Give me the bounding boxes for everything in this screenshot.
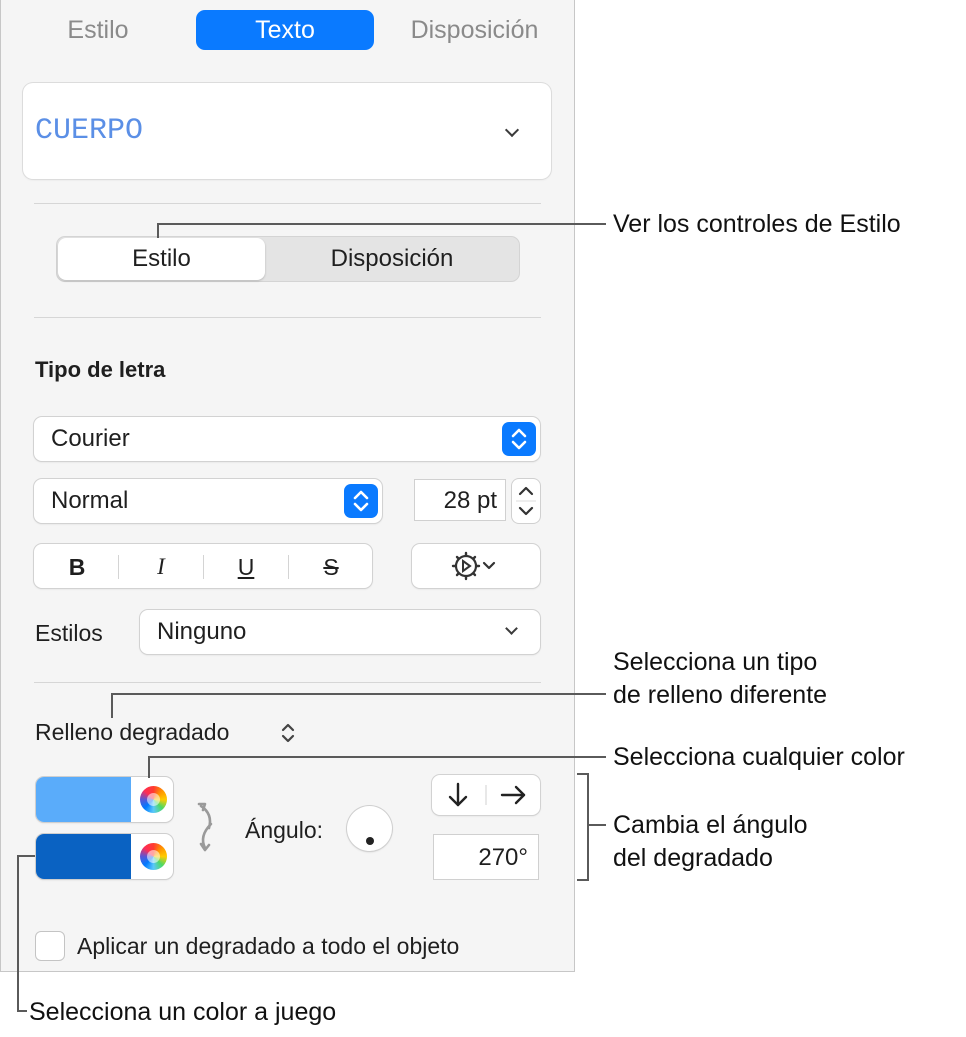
apply-gradient-checkbox[interactable]: [35, 931, 65, 961]
color-well-top[interactable]: [36, 777, 131, 822]
font-section-title: Tipo de letra: [35, 357, 166, 382]
arrow-right-icon[interactable]: [486, 775, 540, 815]
callout-line: [111, 693, 606, 695]
angle-field[interactable]: 270°: [433, 834, 539, 880]
font-size-field[interactable]: 28 pt: [414, 479, 506, 521]
paragraph-style-selector[interactable]: CUERPO: [23, 83, 551, 179]
bracket-line: [587, 824, 606, 826]
underline-button[interactable]: U: [203, 544, 289, 590]
up-down-arrows-icon: [281, 723, 295, 743]
angle-value: 270°: [478, 844, 528, 871]
callout-style-controls: Ver los controles de Estilo: [613, 210, 901, 238]
gradient-color-top[interactable]: [36, 777, 173, 822]
up-down-arrows-icon: [344, 484, 378, 518]
callout-fill-type-1: Selecciona un tipo: [613, 648, 818, 676]
callout-angle-2: del degradado: [613, 844, 773, 872]
character-style-value: Ninguno: [157, 618, 247, 645]
callout-line: [157, 223, 159, 238]
angle-label: Ángulo:: [245, 817, 324, 843]
gradient-direction-buttons: [432, 775, 540, 815]
tab-estilo[interactable]: Estilo: [23, 10, 173, 50]
fill-type-popup[interactable]: Relleno degradado: [35, 719, 295, 749]
callout-line: [157, 223, 606, 225]
callout-line: [17, 855, 35, 857]
callout-line: [148, 756, 150, 778]
callout-matching-color: Selecciona un color a juego: [29, 998, 337, 1026]
bracket-line: [577, 879, 589, 881]
advanced-options-button[interactable]: [412, 544, 540, 588]
character-styles-popup[interactable]: Ninguno: [140, 610, 540, 654]
typeface-popup[interactable]: Normal: [34, 479, 382, 523]
font-family-popup[interactable]: Courier: [34, 417, 540, 461]
callout-angle-1: Cambia el ángulo: [613, 811, 808, 839]
callout-line: [111, 693, 113, 718]
chevron-down-icon: [504, 122, 520, 138]
italic-button[interactable]: I: [118, 544, 204, 590]
segment-estilo[interactable]: Estilo: [58, 238, 265, 280]
fill-type-label: Relleno degradado: [35, 719, 230, 745]
text-format-group: B I U S: [34, 544, 372, 588]
format-sidebar: Estilo Texto Disposición CUERPO Estilo D…: [0, 0, 575, 972]
divider: [34, 203, 541, 204]
divider: [34, 682, 541, 683]
callout-line: [148, 756, 606, 758]
styles-label: Estilos: [35, 620, 103, 646]
tab-texto[interactable]: Texto: [196, 10, 374, 50]
color-well-bottom[interactable]: [36, 834, 131, 879]
swap-colors-icon[interactable]: [195, 800, 219, 852]
strikethrough-button[interactable]: S: [288, 544, 374, 590]
stepper-arrows-icon: [516, 486, 536, 516]
font-family-value: Courier: [51, 425, 130, 452]
font-size-stepper[interactable]: [512, 479, 540, 523]
apply-gradient-label: Aplicar un degradado a todo el objeto: [77, 933, 460, 959]
segment-disposicion[interactable]: Disposición: [267, 238, 517, 280]
gear-icon: [451, 551, 496, 581]
divider: [34, 317, 541, 318]
up-down-arrows-icon: [502, 422, 536, 456]
font-size-value: 28 pt: [443, 487, 497, 514]
tab-disposicion[interactable]: Disposición: [393, 10, 556, 50]
callout-line: [17, 1010, 27, 1012]
callout-any-color: Selecciona cualquier color: [613, 743, 905, 771]
color-wheel-icon[interactable]: [140, 786, 167, 813]
style-layout-segmented-control: Estilo Disposición: [56, 236, 520, 282]
callout-line: [17, 855, 19, 1012]
callout-fill-type-2: de relleno diferente: [613, 681, 828, 709]
angle-knob[interactable]: [347, 806, 392, 851]
chevron-down-icon: [505, 622, 518, 635]
typeface-value: Normal: [51, 487, 129, 514]
color-wheel-icon[interactable]: [140, 843, 167, 870]
bold-button[interactable]: B: [34, 544, 120, 590]
bracket-line: [587, 773, 589, 881]
gradient-color-bottom[interactable]: [36, 834, 173, 879]
angle-indicator: [366, 837, 374, 845]
paragraph-style-name: CUERPO: [35, 114, 144, 148]
